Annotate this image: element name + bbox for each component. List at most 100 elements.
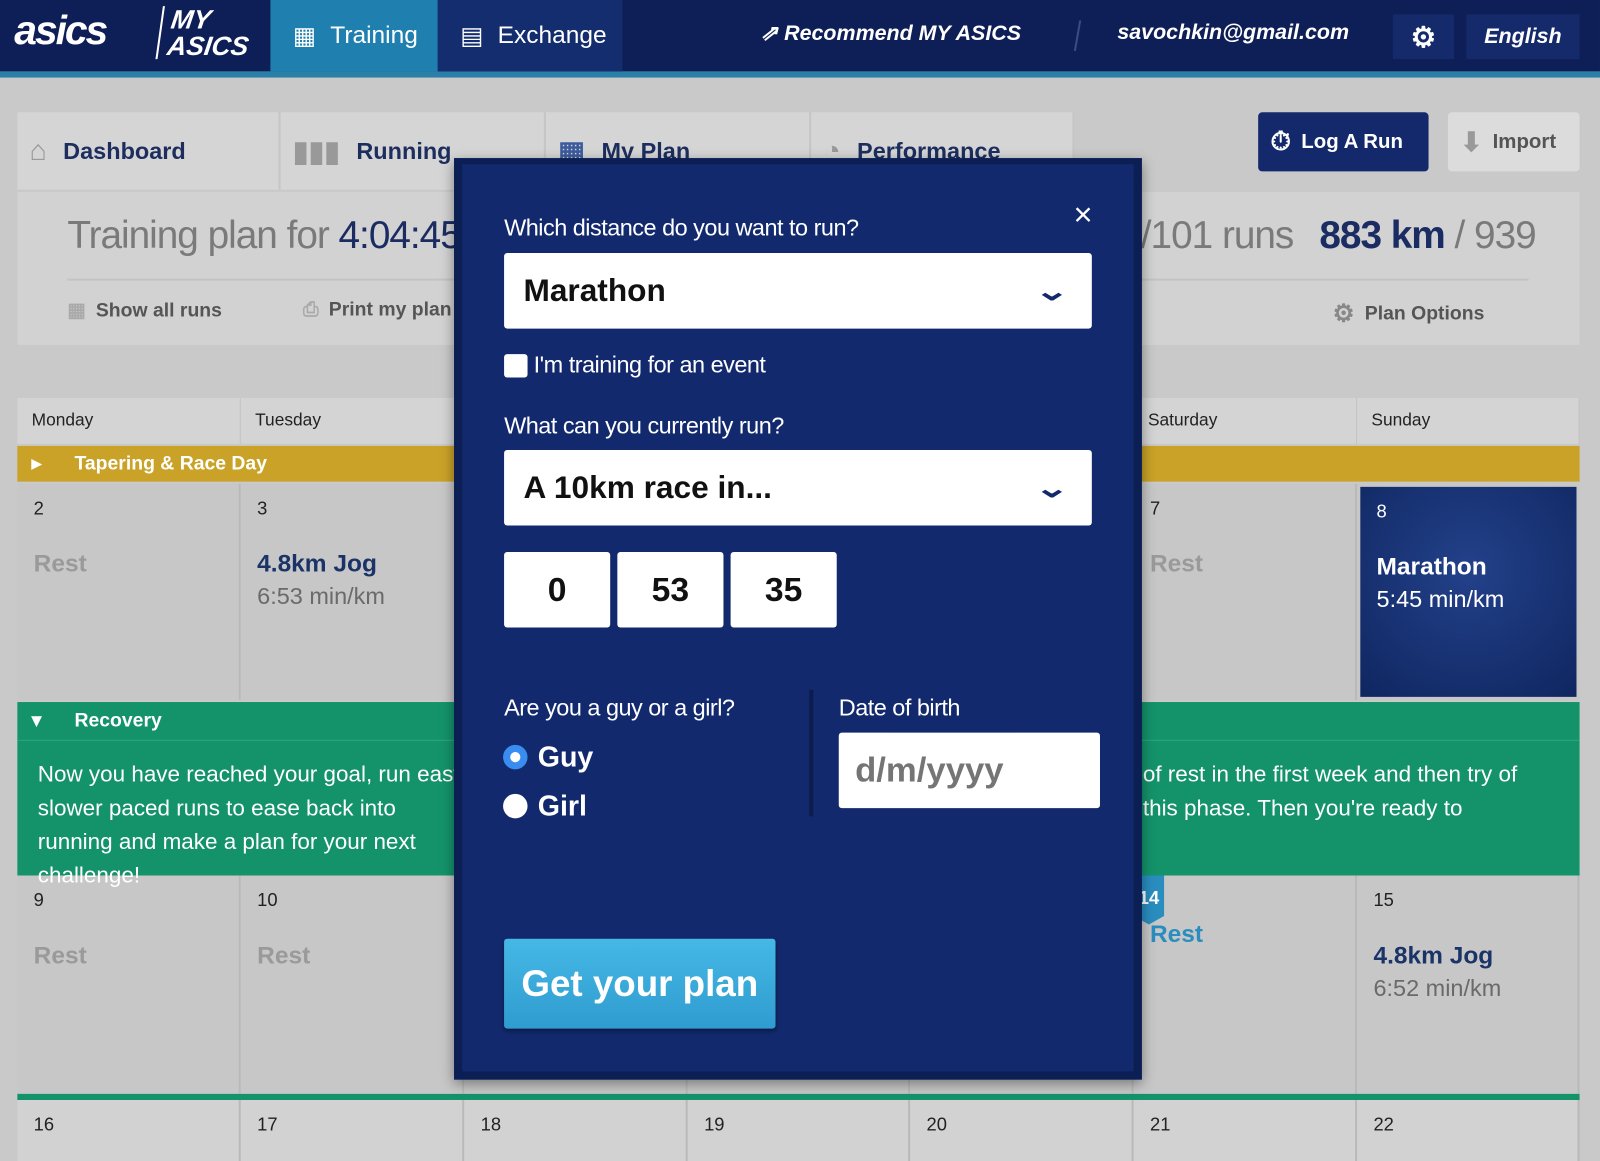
- share-icon: ⇗: [760, 21, 785, 45]
- nav-training[interactable]: ▦ Training: [270, 0, 438, 72]
- radio-label: Guy: [537, 740, 594, 773]
- workout-title[interactable]: 4.8km Jog: [1373, 942, 1561, 971]
- workout-title[interactable]: Rest: [34, 550, 223, 579]
- day-number: 10: [257, 889, 278, 911]
- home-icon: ⌂: [29, 134, 47, 167]
- seconds-input[interactable]: 35: [730, 552, 837, 628]
- day-header: Sunday: [1357, 397, 1580, 444]
- calendar-day[interactable]: 8 Marathon 5:45 min/km: [1357, 483, 1580, 700]
- logo-sub: MY ASICS: [155, 4, 255, 61]
- current-label: What can you currently run?: [504, 412, 784, 439]
- hours-input[interactable]: 0: [504, 552, 611, 628]
- gear-icon: ⚙: [1332, 299, 1355, 328]
- radio-girl[interactable]: Girl: [503, 790, 587, 823]
- import-label: Import: [1492, 130, 1557, 153]
- calendar-day[interactable]: 2 Rest: [17, 483, 241, 700]
- calendar-day[interactable]: 9 Rest: [17, 875, 241, 1094]
- day-number: 7: [1149, 497, 1161, 519]
- calendar-day[interactable]: 10 Rest: [240, 875, 465, 1094]
- workout-title[interactable]: Rest: [1150, 920, 1339, 949]
- workout-pace: 5:45 min/km: [1376, 585, 1505, 613]
- calendar-day[interactable]: 7 Rest: [1133, 483, 1358, 700]
- day-number: 19: [704, 1114, 725, 1135]
- language-selector[interactable]: English: [1466, 14, 1580, 60]
- calendar-day[interactable]: 15 4.8km Jog 6:52 min/km: [1357, 875, 1580, 1094]
- workout-title[interactable]: 4.8km Jog: [257, 550, 446, 579]
- phase-line: [17, 1093, 1580, 1100]
- log-run-label: Log A Run: [1301, 130, 1403, 153]
- nav-exchange[interactable]: ▤ Exchange: [437, 0, 623, 72]
- workout-title[interactable]: Rest: [34, 942, 223, 971]
- dob-label: Date of birth: [838, 693, 961, 721]
- calendar-day[interactable]: 20: [910, 1099, 1134, 1161]
- recommend-link[interactable]: ⇗ Recommend MY ASICS: [760, 20, 1021, 46]
- calendar-day[interactable]: 17: [240, 1099, 465, 1161]
- workout-title[interactable]: Rest: [257, 942, 446, 971]
- link-label: Plan Options: [1364, 302, 1485, 324]
- print-plan-link[interactable]: ⎙ Print my plan: [303, 299, 452, 321]
- select-value: Marathon: [523, 272, 666, 309]
- title-prefix: Training plan for: [67, 214, 339, 258]
- calendar-icon: ▦: [292, 21, 317, 50]
- list-icon: ▦: [67, 299, 86, 322]
- workout-pace: 6:53 min/km: [257, 582, 385, 610]
- calendar-day[interactable]: 18: [464, 1099, 688, 1161]
- link-label: Print my plan: [328, 298, 452, 321]
- km-total: / 939: [1444, 214, 1537, 258]
- bars-icon: ▮▮▮: [292, 135, 341, 167]
- import-button[interactable]: ⬇ Import: [1447, 112, 1580, 172]
- calendar-day[interactable]: 14 Rest: [1133, 867, 1358, 1094]
- event-checkbox-label[interactable]: I'm training for an event: [534, 351, 766, 379]
- dob-input[interactable]: [838, 732, 1100, 809]
- calendar-day[interactable]: 16: [17, 1099, 241, 1161]
- day-number: 8: [1376, 501, 1387, 522]
- calendar-day[interactable]: 19: [687, 1099, 911, 1161]
- workout-pace: 6:52 min/km: [1373, 974, 1502, 1002]
- log-run-button[interactable]: ⏱ Log A Run: [1258, 112, 1429, 172]
- calendar-day[interactable]: 3 4.8km Jog 6:53 min/km: [240, 483, 465, 700]
- tab-dashboard[interactable]: ⌂ Dashboard: [17, 112, 281, 190]
- day-number: 9: [33, 889, 44, 911]
- caret-down-icon: ▾: [31, 710, 42, 732]
- day-number: 18: [480, 1114, 502, 1135]
- chevron-down-icon: ⌄: [1034, 274, 1070, 306]
- workout-title[interactable]: Rest: [1150, 550, 1339, 579]
- runs-count: /101 runs: [1140, 214, 1295, 258]
- radio-label: Girl: [537, 789, 587, 822]
- close-icon[interactable]: ×: [1073, 196, 1092, 234]
- day-number: 15: [1373, 889, 1394, 911]
- event-checkbox[interactable]: [504, 354, 528, 378]
- goal-time: 4:04:45: [338, 214, 462, 258]
- calendar-day[interactable]: 22: [1357, 1099, 1580, 1161]
- day-number: 22: [1373, 1114, 1394, 1135]
- phase-label: Tapering & Race Day: [74, 452, 267, 474]
- tab-label: Running: [356, 137, 452, 164]
- chevron-down-icon: ⌄: [1034, 471, 1070, 503]
- radio-unselected[interactable]: [503, 793, 528, 819]
- day-number: 17: [257, 1114, 278, 1135]
- km-done: 883 km: [1319, 214, 1445, 258]
- day-header: Saturday: [1133, 397, 1358, 444]
- get-plan-button[interactable]: Get your plan: [504, 938, 776, 1029]
- workout-title[interactable]: Marathon: [1377, 553, 1561, 582]
- plan-title: Training plan for 4:04:45 M: [67, 214, 502, 258]
- stopwatch-icon: ⏱: [1270, 125, 1292, 157]
- radio-selected[interactable]: [503, 744, 528, 770]
- recovery-text-right: of rest in the first week and then try o…: [1142, 761, 1518, 821]
- minutes-input[interactable]: 53: [617, 552, 724, 628]
- day-number: 3: [257, 497, 268, 519]
- account-email[interactable]: savochkin@gmail.com: [1117, 20, 1349, 44]
- distance-select[interactable]: Marathon ⌄: [504, 253, 1092, 329]
- settings-gear-icon[interactable]: ⚙: [1392, 14, 1455, 60]
- divider: [809, 689, 814, 817]
- show-all-runs-link[interactable]: ▦ Show all runs: [67, 299, 222, 322]
- current-ability-select[interactable]: A 10km race in... ⌄: [504, 449, 1092, 526]
- calendar-day[interactable]: 21: [1133, 1099, 1358, 1161]
- tab-label: Dashboard: [63, 137, 186, 164]
- radio-guy[interactable]: Guy: [503, 741, 593, 774]
- plan-options-link[interactable]: ⚙ Plan Options: [1333, 299, 1485, 329]
- select-value: A 10km race in...: [523, 469, 772, 506]
- notebook-icon: ▤: [460, 21, 484, 50]
- recommend-label: Recommend MY ASICS: [784, 21, 1022, 45]
- gender-label: Are you a guy or a girl?: [504, 693, 735, 721]
